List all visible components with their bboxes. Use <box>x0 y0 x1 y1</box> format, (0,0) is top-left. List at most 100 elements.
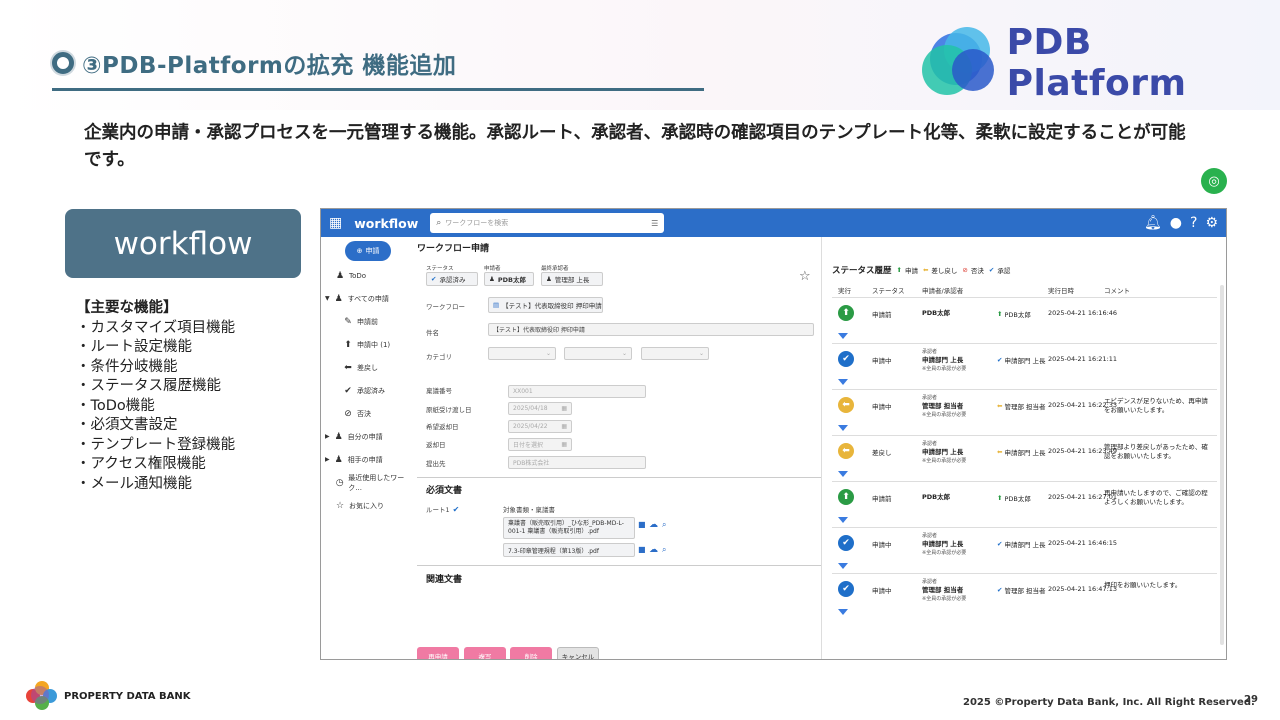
sidebar-item-draft[interactable]: ✎ 申請前 <box>321 310 413 333</box>
return-date-field[interactable]: 日付を選択 ▦ <box>508 438 572 451</box>
reapply-button[interactable]: 再申請 <box>417 647 459 659</box>
flow-arrow-icon <box>838 333 848 339</box>
sidebar-item-others[interactable]: ▶ ♟ 相手の申請 <box>321 448 413 471</box>
col-header-exec: 実行 <box>838 287 851 295</box>
history-datetime: 2025-04-21 16:21:11 <box>1048 355 1118 363</box>
cancel-button[interactable]: キャンセル <box>557 647 599 659</box>
history-action: ✔ 管理部 担当者 <box>997 586 1046 595</box>
approval-no-label: 稟議番号 <box>426 387 452 395</box>
history-row: ⬆ 申請前 PDB太郎 ⬆ PDB太郎 2025-04-21 16:16:46 <box>832 297 1217 328</box>
approve-small-icon: ✔ <box>997 356 1003 364</box>
status-chip: ✔ 承認済み <box>426 272 478 286</box>
calendar-icon: ▦ <box>561 423 567 430</box>
history-actor: 承認者 申請部門 上長 ※全員の承認が必要 <box>922 533 967 556</box>
logo-circles-icon <box>922 27 999 99</box>
desired-return-label: 希望返却日 <box>426 423 459 431</box>
favorite-star-icon[interactable]: ☆ <box>799 269 811 284</box>
route-label: ルート1 ✔ <box>426 504 460 515</box>
sidebar-item-todo[interactable]: ♟ ToDo <box>321 264 413 287</box>
gear-icon[interactable]: ⚙ <box>1205 215 1218 231</box>
folder-icon[interactable]: ■ <box>638 545 646 554</box>
history-row: ⬅ 申請中 承認者 管理部 担当者 ※全員の承認が必要 ⬅ 管理部 担当者 2025-04-2… <box>832 389 1217 420</box>
category-select-1[interactable]: ⌄ <box>488 347 556 360</box>
submit-to-field[interactable]: PDB株式会社 <box>508 456 646 469</box>
col-header-datetime: 実行日時 <box>1048 287 1074 295</box>
preview-icon[interactable]: ⌕ <box>662 520 666 530</box>
sidebar-item-mine[interactable]: ▶ ♟ 自分の申請 <box>321 425 413 448</box>
feature-item: ・アクセス権限機能 <box>76 456 206 472</box>
bell-icon[interactable]: 🔔︎ <box>1144 215 1162 231</box>
user-icon[interactable]: ● <box>1170 215 1182 231</box>
sidebar-item-all[interactable]: ▼ ♟ すべての申請 <box>321 287 413 310</box>
caret-right-icon: ▶ <box>325 456 330 463</box>
approve-status-icon: ✔ <box>838 581 854 597</box>
calendar-icon: ▦ <box>561 441 567 448</box>
sidebar-item-in-progress[interactable]: ⬆ 申請中 (1) <box>321 333 413 356</box>
category-select-2[interactable]: ⌄ <box>564 347 632 360</box>
history-row: ⬆ 申請前 PDB太郎 ⬆ PDB太郎 2025-04-21 16:27:01 再申請いたし… <box>832 481 1217 512</box>
applicant-chip: ♟ PDB太郎 <box>484 272 534 286</box>
feature-item: ・ルート設定機能 <box>76 339 192 355</box>
footer-company-name: PROPERTY DATA BANK <box>64 690 191 702</box>
upload-cloud-icon[interactable]: ☁ <box>649 520 658 530</box>
history-actor: 承認者 管理部 担当者 ※全員の承認が必要 <box>922 579 967 602</box>
feature-item: ・メール通知機能 <box>76 475 192 492</box>
subject-field[interactable]: 【テスト】代表取締役印 押印申請 <box>488 323 814 336</box>
history-actor: PDB太郎 <box>922 309 951 317</box>
approval-no-field[interactable]: XX001 <box>508 385 646 398</box>
workflow-chip[interactable]: ▤ 【テスト】代表取締役印 押印申請 <box>488 297 603 313</box>
sidebar-item-favorites[interactable]: ☆ お気に入り <box>321 494 413 517</box>
slide-title: ③PDB-Platformの拡充 機能追加 <box>82 53 457 79</box>
target-docs-label: 対象書類・稟議書 <box>503 506 555 514</box>
check-circle-icon: ✔ <box>452 504 460 514</box>
apply-small-icon: ⬆ <box>997 494 1003 502</box>
history-action: ✔ 申請部門 上長 <box>997 540 1046 549</box>
history-action: ⬅ 申請部門 上長 <box>997 448 1046 457</box>
app-screenshot: ▦ workflow ⌕ ワークフローを検索 ☰ 🔔︎ ● ? ⚙ ⊕ 申請 ♟ T… <box>320 208 1227 660</box>
features-heading: 【主要な機能】 <box>76 300 178 316</box>
apply-small-icon: ⬆ <box>997 310 1003 318</box>
approve-status-icon: ✔ <box>838 535 854 551</box>
col-header-status: ステータス <box>872 287 905 295</box>
history-action: ⬆ PDB太郎 <box>997 494 1031 503</box>
app-name: workflow <box>354 215 419 231</box>
history-status: 申請前 <box>872 311 892 319</box>
pencil-icon: ✎ <box>344 316 352 327</box>
legend-apply-icon: ⬆ <box>896 266 902 274</box>
history-title: ステータス履歴 <box>832 266 892 276</box>
help-icon[interactable]: ? <box>1190 215 1197 231</box>
clock-icon: ◷ <box>335 477 344 488</box>
return-small-icon: ⬅ <box>997 448 1003 456</box>
app-grid-icon[interactable]: ▦ <box>329 215 342 231</box>
bullet-icon <box>52 52 74 74</box>
history-comment: 押印をお願いいたします。 <box>1104 581 1182 589</box>
scrollbar[interactable] <box>1220 285 1224 645</box>
sidebar-item-approved[interactable]: ✔ 承認済み <box>321 379 413 402</box>
doc1-chip[interactable]: 稟議書（販売取引用）_ひな形_PDB-MD-L-001-1 稟議書（販売取引用）… <box>503 517 635 539</box>
final-approver-label: 最終承認者 <box>541 266 569 272</box>
filter-icon[interactable]: ☰ <box>651 219 658 228</box>
sidebar-item-recent[interactable]: ◷ 最近使用したワーク... <box>321 471 413 494</box>
new-request-button[interactable]: ⊕ 申請 <box>345 241 391 261</box>
desired-return-field[interactable]: 2025/04/22 ▦ <box>508 420 572 433</box>
doc2-chip[interactable]: 7.3-印章管理規程（第13版）.pdf <box>503 543 635 557</box>
delete-button[interactable]: 削除 <box>510 647 552 659</box>
original-date-field[interactable]: 2025/04/18 ▦ <box>508 402 572 415</box>
copy-button[interactable]: 複写 <box>464 647 506 659</box>
upload-cloud-icon[interactable]: ☁ <box>649 545 658 555</box>
check-circle-icon: ✔ <box>431 275 437 283</box>
history-actor: PDB太郎 <box>922 493 951 501</box>
history-status: 申請前 <box>872 495 892 503</box>
folder-icon[interactable]: ■ <box>638 520 646 529</box>
legend-approve-icon: ✔ <box>988 266 995 274</box>
sidebar-item-returned[interactable]: ⬅ 差戻し <box>321 356 413 379</box>
category-select-3[interactable]: ⌄ <box>641 347 709 360</box>
caret-right-icon: ▶ <box>325 433 330 440</box>
search-input[interactable]: ⌕ ワークフローを検索 ☰ <box>430 213 665 233</box>
history-comment: エビデンスが足りないため、再申請をお願いいたします。 <box>1104 397 1208 414</box>
history-row: ✔ 申請中 承認者 申請部門 上長 ※全員の承認が必要 ✔ 申請部門 上長 2025-04-2… <box>832 343 1217 374</box>
caret-down-icon: ▼ <box>325 295 330 302</box>
slide-title-group: ③PDB-Platformの拡充 機能追加 <box>52 46 456 80</box>
sidebar-item-rejected[interactable]: ⊘ 否決 <box>321 402 413 425</box>
preview-icon[interactable]: ⌕ <box>662 545 666 555</box>
